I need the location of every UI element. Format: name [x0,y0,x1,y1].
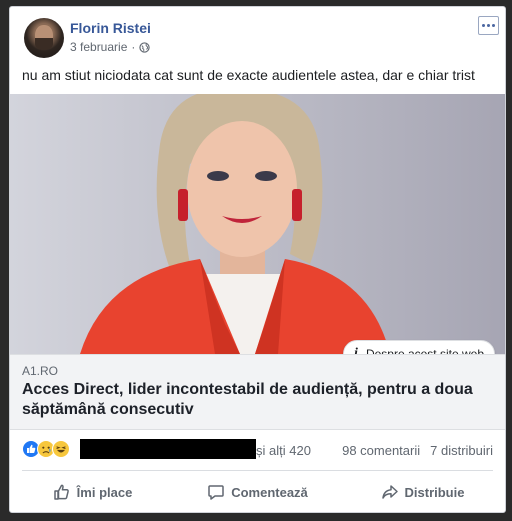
like-button[interactable]: Îmi place [10,475,175,509]
reaction-icons[interactable] [22,440,70,458]
shares-count[interactable]: 7 distribuiri [430,443,493,458]
comment-button[interactable]: Comentează [175,475,340,509]
link-preview[interactable]: A1.RO Acces Direct, lider incontestabil … [10,354,505,430]
divider [22,470,493,471]
post-actions: Îmi place Comentează Distribuie [10,475,505,509]
globe-icon[interactable] [139,41,151,53]
share-icon [381,485,398,499]
comment-icon [208,485,224,500]
engagement-counts: 98 comentarii 7 distribuiri [342,443,493,458]
share-button[interactable]: Distribuie [340,475,505,509]
post-meta: 3 februarie · [70,40,151,54]
share-label: Distribuie [404,484,465,500]
like-label: Îmi place [76,484,133,500]
redacted-names [80,439,256,459]
dot-icon [482,24,485,27]
link-headline[interactable]: Acces Direct, lider incontestabil de aud… [22,380,492,420]
author-avatar[interactable] [24,18,64,58]
link-preview-image[interactable] [10,94,505,354]
post-text: nu am stiut niciodata cat sunt de exacte… [22,67,475,83]
link-domain: A1.RO [22,364,59,378]
comment-label: Comentează [231,484,308,500]
more-options-button[interactable] [478,16,499,35]
haha-reaction-icon [52,440,70,458]
post-date[interactable]: 3 februarie [70,40,127,54]
reactions-others[interactable]: și alți 420 [256,443,311,458]
thumbs-up-icon [53,484,69,500]
author-name[interactable]: Florin Ristei [70,20,151,36]
presenter-photo [10,94,505,354]
comments-count[interactable]: 98 comentarii [342,443,420,458]
post-card: Florin Ristei 3 februarie · nu am stiut … [9,6,506,513]
